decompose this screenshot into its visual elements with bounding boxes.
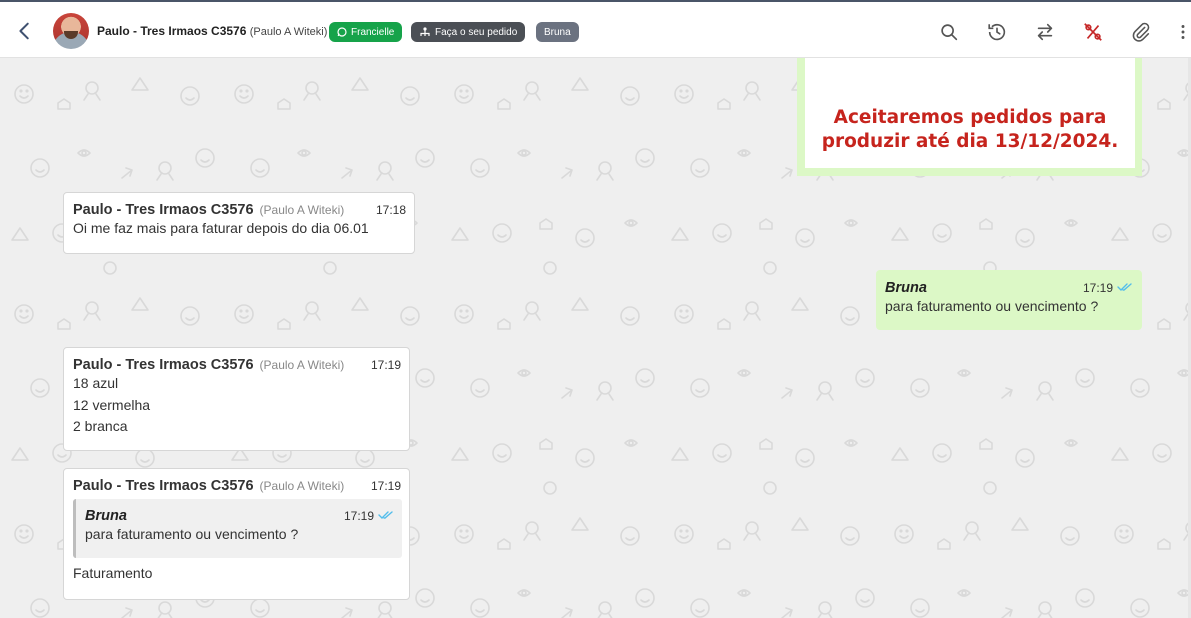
message-sender: Paulo - Tres Irmaos C3576 [73,202,254,218]
quoted-sender: Bruna [85,508,127,524]
tag-label: Francielle [351,26,395,38]
message-sender-alias: (Paulo A Witeki) [259,358,345,372]
message-time: 17:19 [1082,281,1113,295]
message-line: 2 branca [73,418,128,434]
image-text-line-1: Aceitaremos pedidos para [833,107,1107,128]
message-bubble-incoming[interactable]: Paulo - Tres Irmaos C3576 (Paulo A Witek… [63,468,410,600]
image-text-line-2: produzir até dia 13/12/2024. [821,131,1119,152]
more-icon[interactable] [1178,21,1188,43]
message-list[interactable]: Aceitaremos pedidos para produzir até di… [0,58,1191,618]
transfer-icon[interactable] [1034,21,1056,43]
message-sender: Paulo - Tres Irmaos C3576 [73,357,254,373]
message-sender-alias: (Paulo A Witeki) [259,203,345,217]
read-receipt-icon [378,511,393,519]
tag-francielle[interactable]: Francielle [329,22,403,42]
read-receipt-icon [1117,283,1132,291]
network-icon [420,27,430,36]
message-time: 17:19 [370,479,401,493]
quoted-text: para faturamento ou vencimento ? [85,526,299,542]
message-sender: Paulo - Tres Irmaos C3576 [73,478,254,494]
history-icon[interactable] [986,21,1008,43]
message-sender: Bruna [885,280,927,296]
whatsapp-icon [337,27,347,37]
chat-header: Paulo - Tres Irmaos C3576 (Paulo A Witek… [0,0,1191,58]
message-line: 12 vermelha [73,396,151,413]
avatar[interactable] [53,13,89,49]
quoted-message[interactable]: Bruna 17:19 para faturamento ou vencimen… [73,499,402,558]
message-bubble-outgoing[interactable]: Bruna 17:19 para faturamento ou vencimen… [876,270,1142,330]
search-icon[interactable] [938,21,960,43]
percent-off-icon[interactable] [1082,21,1104,43]
contact-name: Paulo - Tres Irmaos C3576 [97,24,247,38]
image-content: Aceitaremos pedidos para produzir até di… [805,58,1135,168]
message-bubble-incoming[interactable]: Paulo - Tres Irmaos C3576 (Paulo A Witek… [63,347,410,451]
tag-faca-o-seu-pedido[interactable]: Faça o seu pedido [411,22,526,42]
message-line: 18 azul [73,375,119,391]
image-message[interactable]: Aceitaremos pedidos para produzir até di… [797,58,1142,176]
tag-bruna[interactable]: Bruna [536,22,579,42]
tag-label: Faça o seu pedido [435,26,518,38]
message-text: Faturamento [73,565,153,581]
message-time: 17:19 [370,358,401,372]
contact-title[interactable]: Paulo - Tres Irmaos C3576 (Paulo A Witek… [97,24,327,38]
message-sender-alias: (Paulo A Witeki) [259,479,345,493]
message-bubble-incoming[interactable]: Paulo - Tres Irmaos C3576 (Paulo A Witek… [63,192,415,254]
contact-alias: (Paulo A Witeki) [249,26,328,38]
message-text: para faturamento ou vencimento ? [885,298,1099,314]
back-arrow-icon[interactable] [14,20,36,42]
quoted-time: 17:19 [343,509,374,523]
message-text: Oi me faz mais para faturar depois do di… [73,220,369,236]
message-time: 17:18 [375,203,406,217]
tag-label: Bruna [544,26,571,38]
paperclip-icon[interactable] [1130,21,1152,43]
